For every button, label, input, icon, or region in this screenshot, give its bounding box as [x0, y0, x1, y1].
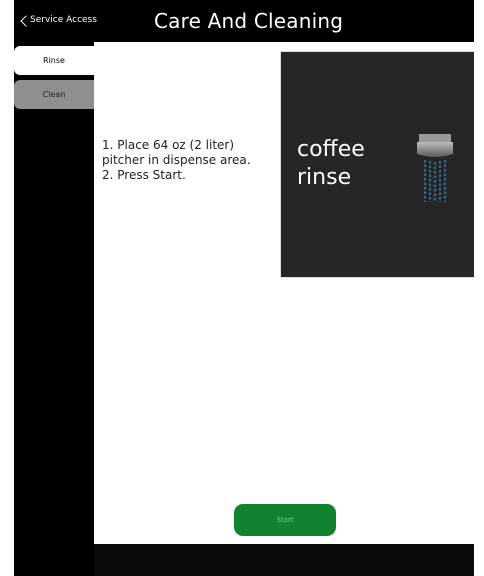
illustration-line-2: rinse: [297, 165, 352, 190]
rinse-illustration: coffee rinse: [281, 52, 474, 277]
instruction-step-1: 1. Place 64 oz (2 liter) pitcher in disp…: [102, 138, 251, 167]
coffee-dispense-icon: [417, 134, 453, 202]
start-button[interactable]: Start: [234, 504, 336, 536]
illustration-line-1: coffee: [297, 137, 365, 162]
instruction-step-2: 2. Press Start.: [102, 168, 186, 182]
sidebar: Rinse Clean: [14, 42, 94, 576]
page-title: Care And Cleaning: [154, 9, 344, 33]
tab-rinse[interactable]: Rinse: [14, 46, 94, 75]
start-button-label: Start: [276, 516, 294, 524]
bottom-bar: [94, 544, 474, 576]
instructions: 1. Place 64 oz (2 liter) pitcher in disp…: [102, 138, 277, 183]
header-bar: Service Access Care And Cleaning: [14, 0, 474, 42]
tab-clean[interactable]: Clean: [14, 80, 94, 109]
screen: Service Access Care And Cleaning Rinse C…: [14, 0, 474, 576]
back-label[interactable]: Service Access: [30, 15, 97, 25]
illustration-caption: coffee rinse: [297, 136, 365, 192]
content-panel: 1. Place 64 oz (2 liter) pitcher in disp…: [94, 42, 474, 544]
